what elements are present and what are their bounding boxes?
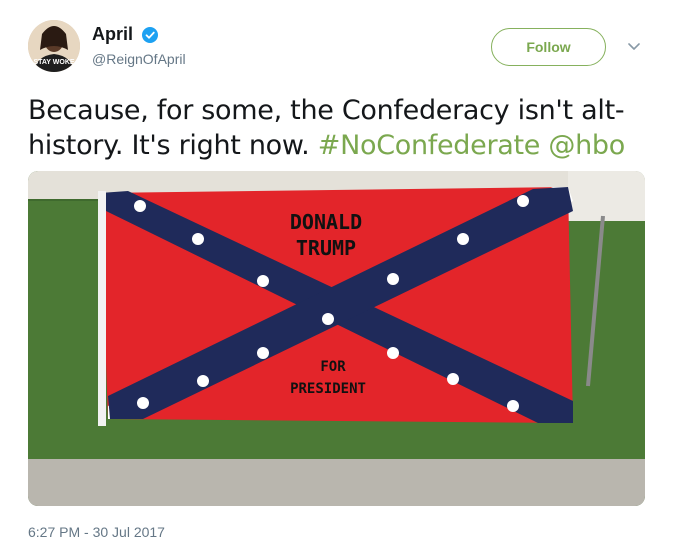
follow-button[interactable]: Follow — [491, 28, 606, 66]
tweet-timestamp[interactable]: 6:27 PM - 30 Jul 2017 — [28, 524, 165, 540]
verified-badge-icon — [142, 26, 159, 43]
flag-text-line3: FOR — [320, 359, 346, 375]
author-avatar[interactable]: STAY WOKE — [28, 20, 80, 72]
tweet-text: Because, for some, the Confederacy isn't… — [28, 93, 658, 163]
author-handle[interactable]: @ReignOfApril — [92, 51, 186, 67]
flag-text-line2: TRUMP — [296, 236, 356, 260]
mention-link[interactable]: @hbo — [548, 130, 625, 161]
chevron-down-icon[interactable] — [626, 40, 642, 54]
avatar-shirt-text: STAY WOKE — [33, 59, 75, 66]
confederate-flag-photo: DONALD TRUMP FOR PRESIDENT — [28, 171, 645, 506]
flag-text-line4: PRESIDENT — [290, 381, 366, 397]
hashtag-link[interactable]: #NoConfederate — [318, 130, 541, 161]
author-name-block: April @ReignOfApril — [92, 24, 186, 67]
author-display-name[interactable]: April — [92, 24, 133, 45]
tweet-media-image[interactable]: DONALD TRUMP FOR PRESIDENT — [28, 171, 645, 506]
flag-text-line1: DONALD — [290, 210, 362, 234]
